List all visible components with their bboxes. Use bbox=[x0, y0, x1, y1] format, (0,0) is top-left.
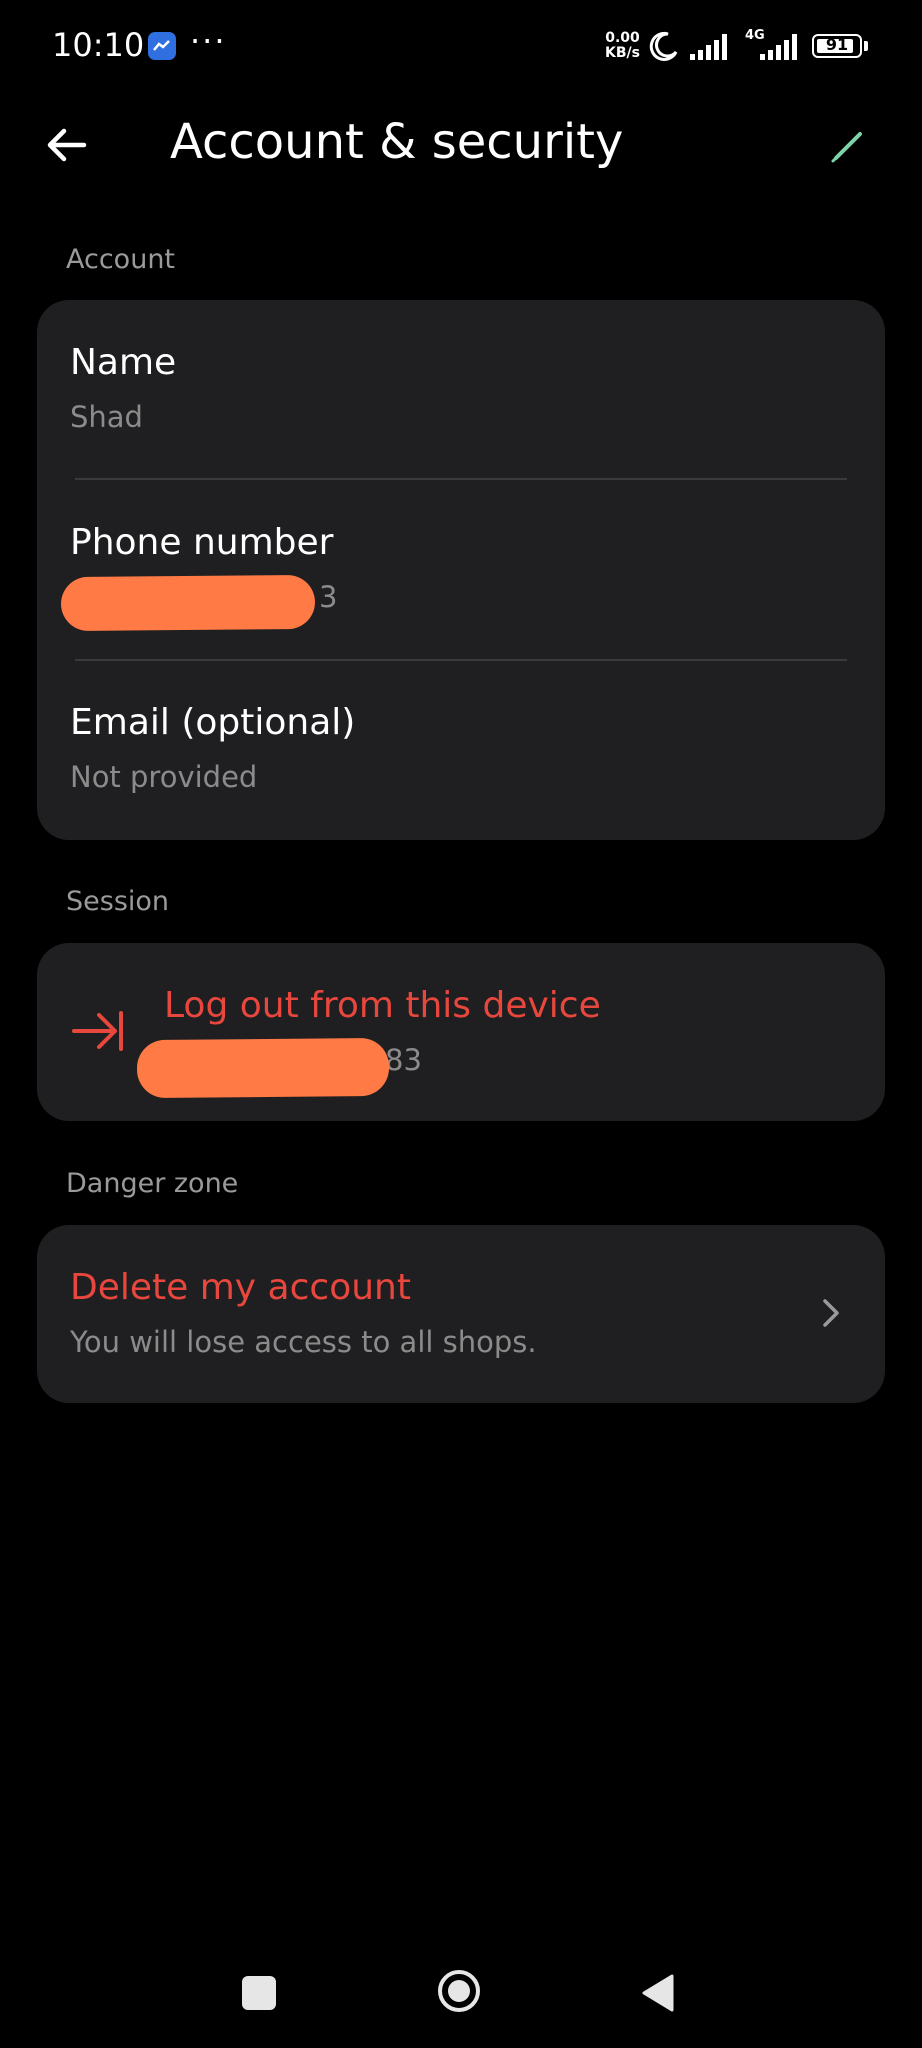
phone-value: 3 bbox=[319, 580, 338, 614]
phone-title: Phone number bbox=[70, 522, 334, 563]
logout-icon bbox=[72, 1011, 123, 1051]
page-title: Account & security bbox=[170, 114, 624, 170]
name-value: Shad bbox=[70, 400, 143, 434]
account-card: Name Shad Phone number 3 Email (optional… bbox=[37, 300, 885, 840]
phone-redaction-mark bbox=[60, 574, 316, 632]
messenger-icon bbox=[148, 32, 176, 60]
email-value: Not provided bbox=[70, 760, 258, 794]
network-speed: 0.00 KB/s bbox=[605, 31, 640, 61]
home-button[interactable] bbox=[436, 1968, 482, 2014]
app-bar: Account & security bbox=[0, 100, 922, 190]
signal-strength-icon bbox=[690, 34, 727, 60]
recent-apps-button[interactable] bbox=[242, 1976, 276, 2010]
network-speed-value: 0.00 bbox=[605, 30, 640, 46]
chevron-right-icon bbox=[823, 1299, 839, 1327]
section-label-account: Account bbox=[66, 244, 176, 275]
email-title: Email (optional) bbox=[70, 702, 356, 743]
logout-device-value: 83 bbox=[385, 1043, 422, 1077]
section-label-session: Session bbox=[66, 886, 170, 917]
battery-icon: 91 bbox=[812, 34, 862, 58]
back-triangle-button[interactable] bbox=[640, 1972, 676, 2014]
email-row[interactable]: Email (optional) Not provided bbox=[37, 660, 885, 840]
delete-account-title: Delete my account bbox=[70, 1267, 411, 1308]
name-title: Name bbox=[70, 342, 177, 383]
logout-redaction-mark bbox=[136, 1037, 390, 1099]
delete-account-card[interactable]: Delete my account You will lose access t… bbox=[37, 1225, 885, 1403]
battery-percent: 91 bbox=[825, 35, 849, 54]
pencil-icon[interactable] bbox=[826, 122, 872, 168]
signal-strength-4g-icon bbox=[760, 34, 797, 60]
section-label-danger-zone: Danger zone bbox=[66, 1168, 239, 1199]
system-navigation-bar bbox=[0, 1950, 922, 2040]
arrow-left-icon[interactable] bbox=[42, 120, 92, 170]
delete-account-subtitle: You will lose access to all shops. bbox=[70, 1325, 537, 1359]
do-not-disturb-moon-icon bbox=[649, 31, 678, 61]
status-time: 10:10 bbox=[52, 26, 145, 64]
more-notifications-icon: ··· bbox=[190, 22, 227, 60]
battery-tip bbox=[864, 41, 868, 51]
name-row[interactable]: Name Shad bbox=[37, 300, 885, 480]
phone-row[interactable]: Phone number 3 bbox=[37, 480, 885, 660]
session-card[interactable]: Log out from this device 83 bbox=[37, 943, 885, 1121]
network-speed-unit: KB/s bbox=[605, 45, 640, 61]
logout-title: Log out from this device bbox=[164, 985, 601, 1026]
status-bar: 10:10 ··· 0.00 KB/s 4G 91 bbox=[0, 0, 922, 92]
